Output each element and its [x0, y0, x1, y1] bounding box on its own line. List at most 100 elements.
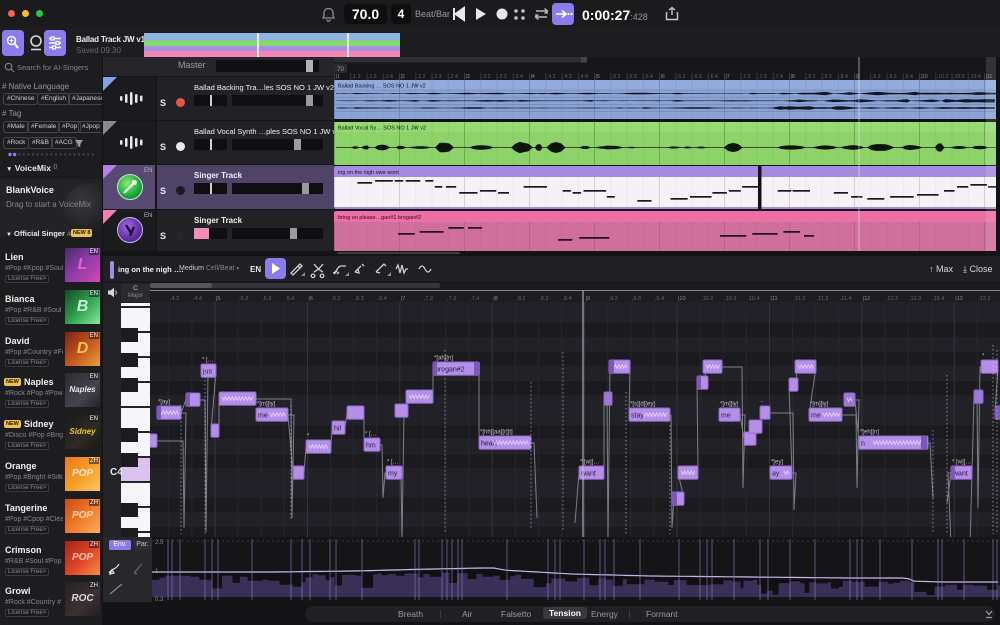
svg-text:*[ah][n]: *[ah][n]: [434, 356, 453, 362]
svg-text:,8.2: ,8.2: [516, 296, 525, 302]
svg-text:*[m][iy]: *[m][iy]: [257, 402, 276, 408]
svg-text:2.5: 2.5: [155, 540, 164, 546]
svg-text:|9: |9: [586, 296, 591, 302]
svg-text:,3.3: ,3.3: [498, 74, 507, 80]
svg-text:hil: hil: [334, 426, 341, 433]
svg-text:|10: |10: [921, 74, 928, 80]
svg-text:*[s][d][ey]: *[s][d][ey]: [630, 402, 655, 408]
svg-text:,12.2: ,12.2: [886, 296, 898, 302]
svg-text:,2.2: ,2.2: [417, 74, 426, 80]
svg-text:*[m][iy]: *[m][iy]: [810, 402, 829, 408]
svg-text:,9.3: ,9.3: [632, 296, 641, 302]
svg-text:,1.3: ,1.3: [368, 74, 377, 80]
svg-text:,8.4: ,8.4: [839, 74, 848, 80]
svg-text:|5: |5: [596, 74, 600, 80]
svg-text:,7.2: ,7.2: [424, 296, 433, 302]
svg-text:|12: |12: [863, 296, 871, 302]
svg-text:*[hh][aa][r][t]: *[hh][aa][r][t]: [480, 430, 513, 436]
svg-text:,5.4: ,5.4: [285, 296, 294, 302]
svg-text:,13.2: ,13.2: [978, 296, 990, 302]
svg-text:,4.3: ,4.3: [563, 74, 572, 80]
svg-text:,10.3: ,10.3: [953, 74, 965, 80]
svg-text:|2: |2: [401, 74, 405, 80]
svg-text:-: -: [761, 400, 763, 406]
svg-text:,6.3: ,6.3: [355, 296, 364, 302]
svg-text:,7.4: ,7.4: [774, 74, 783, 80]
svg-text:|1: |1: [336, 74, 340, 80]
svg-text:*[m][iy]: *[m][iy]: [720, 402, 739, 408]
svg-text:,7.3: ,7.3: [447, 296, 456, 302]
svg-text:,9.2: ,9.2: [872, 74, 881, 80]
svg-text:ing on the nigh owe wont: ing on the nigh owe wont: [338, 170, 399, 176]
svg-text:,1.4: ,1.4: [384, 74, 393, 80]
svg-text:,10.2: ,10.2: [937, 74, 949, 80]
svg-text:,9.4: ,9.4: [655, 296, 664, 302]
svg-text:Ballad Vocal Sy… SOS NO 1 JW v: Ballad Vocal Sy… SOS NO 1 JW v2: [338, 126, 426, 132]
svg-text:,10.4: ,10.4: [969, 74, 981, 80]
svg-text:,6.4: ,6.4: [378, 296, 387, 302]
svg-text:,2.4: ,2.4: [449, 74, 458, 80]
svg-text:,5.3: ,5.3: [262, 296, 271, 302]
svg-text:,7.3: ,7.3: [758, 74, 767, 80]
svg-text:70: 70: [337, 67, 344, 73]
svg-text:stay: stay: [631, 413, 644, 420]
svg-text:me: me: [811, 413, 821, 420]
svg-text:,9.4: ,9.4: [904, 74, 913, 80]
svg-text:* […: * […: [365, 432, 377, 438]
svg-text:ay: ay: [772, 471, 780, 478]
svg-text:,11.2: ,11.2: [794, 296, 806, 302]
svg-text:,5.3: ,5.3: [628, 74, 637, 80]
svg-text:,4.2: ,4.2: [547, 74, 556, 80]
svg-text:,6.3: ,6.3: [693, 74, 702, 80]
svg-text:|6: |6: [308, 296, 313, 302]
svg-text:,8.3: ,8.3: [823, 74, 832, 80]
svg-text:bring on please…gan#1 brogan#2: bring on please…gan#1 brogan#2: [338, 215, 421, 221]
svg-text:,9.3: ,9.3: [888, 74, 897, 80]
svg-text:|11: |11: [770, 296, 777, 302]
svg-text:,7.2: ,7.2: [742, 74, 751, 80]
svg-text:* [w][…: * [w][…: [952, 460, 971, 466]
svg-text:,2.3: ,2.3: [433, 74, 442, 80]
svg-text:,6.4: ,6.4: [709, 74, 718, 80]
svg-text:want: want: [580, 471, 596, 478]
svg-text:|7: |7: [726, 74, 730, 80]
svg-text:,4.4: ,4.4: [193, 296, 202, 302]
svg-text:,10.3: ,10.3: [724, 296, 736, 302]
svg-text:* […: * […: [202, 358, 214, 364]
svg-text:my: my: [388, 471, 398, 478]
svg-text:,4.3: ,4.3: [170, 296, 179, 302]
svg-text:me: me: [721, 413, 731, 420]
svg-text:,11.3: ,11.3: [817, 296, 829, 302]
svg-text:*[ey]: *[ey]: [771, 460, 783, 466]
svg-text:Ballad Backing … SOS NO 1 JW v: Ballad Backing … SOS NO 1 JW v2: [338, 84, 426, 90]
svg-text:,12.4: ,12.4: [932, 296, 944, 302]
svg-text:,6.2: ,6.2: [332, 296, 341, 302]
svg-text:,8.3: ,8.3: [539, 296, 548, 302]
svg-text:|8: |8: [493, 296, 498, 302]
svg-text:,8.2: ,8.2: [807, 74, 816, 80]
svg-text:,3.2: ,3.2: [482, 74, 491, 80]
svg-text:* […: * […: [387, 460, 399, 466]
svg-text:|5: |5: [216, 296, 221, 302]
svg-text:,5.4: ,5.4: [644, 74, 653, 80]
svg-text:,9.2: ,9.2: [609, 296, 618, 302]
svg-text:|10: |10: [678, 296, 686, 302]
svg-text:me: me: [258, 413, 268, 420]
svg-text:|8: |8: [791, 74, 795, 80]
svg-text:,8.4: ,8.4: [563, 296, 572, 302]
svg-text:,10.4: ,10.4: [747, 296, 759, 302]
svg-text:,5.2: ,5.2: [612, 74, 621, 80]
svg-text:,7.4: ,7.4: [470, 296, 479, 302]
svg-text:n: n: [861, 441, 865, 448]
svg-text:|4: |4: [531, 74, 535, 80]
svg-text:*[ay]: *[ay]: [158, 400, 170, 406]
svg-text:,3.4: ,3.4: [514, 74, 523, 80]
svg-text:,10.2: ,10.2: [701, 296, 713, 302]
svg-text:,11.4: ,11.4: [840, 296, 852, 302]
svg-text:,12.3: ,12.3: [909, 296, 921, 302]
svg-text:,5.2: ,5.2: [239, 296, 248, 302]
svg-text:,6.2: ,6.2: [677, 74, 686, 80]
svg-text:*[eh][n]: *[eh][n]: [860, 430, 879, 436]
svg-text:|7: |7: [401, 296, 406, 302]
svg-text:|3: |3: [466, 74, 470, 80]
